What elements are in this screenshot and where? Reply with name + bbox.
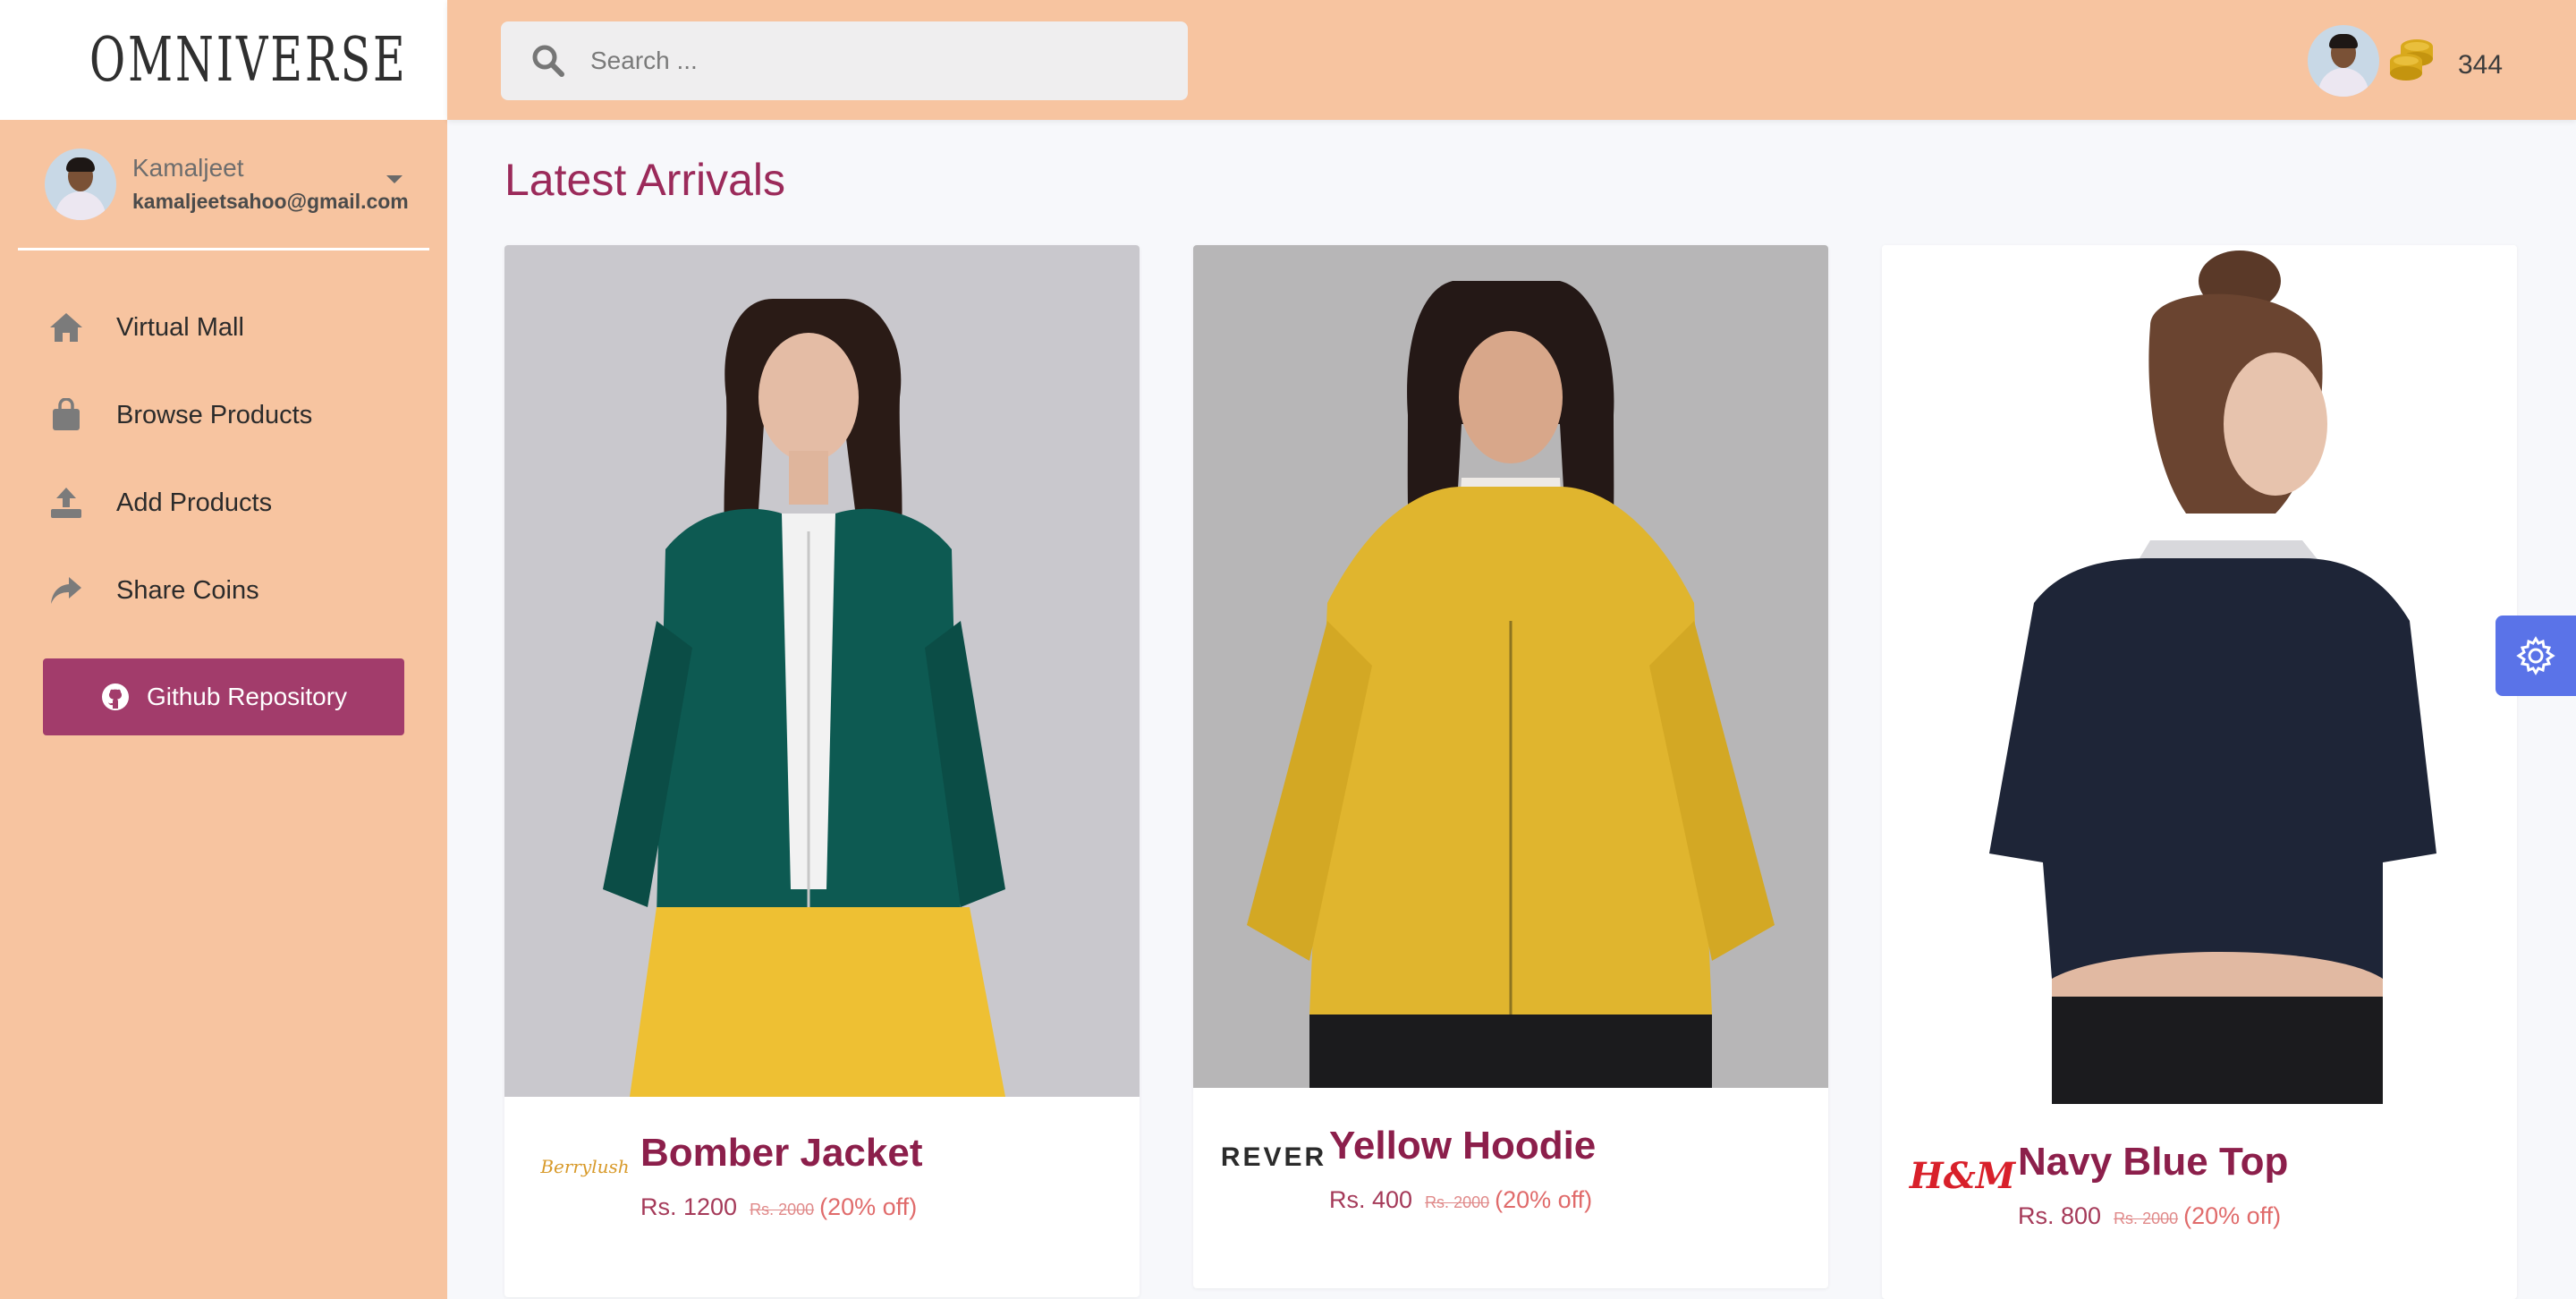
coin-count: 344 bbox=[2458, 50, 2504, 80]
coins-icon bbox=[2386, 34, 2436, 89]
sidebar-item-virtual-mall[interactable]: Virtual Mall bbox=[47, 301, 422, 354]
gear-icon bbox=[2515, 635, 2556, 676]
product-price: Rs. 800 bbox=[2018, 1202, 2102, 1229]
product-card[interactable]: REVER Yellow Hoodie Rs. 400 Rs. 2000 (20% … bbox=[1193, 245, 1828, 1288]
product-image bbox=[1882, 245, 2517, 1104]
sidebar-item-label: Virtual Mall bbox=[116, 312, 244, 342]
product-image bbox=[504, 245, 1140, 1097]
brand-logo: Berrylush bbox=[540, 1140, 630, 1193]
github-button-label: Github Repository bbox=[146, 683, 348, 710]
brand-logo-text: H&M bbox=[1909, 1154, 2016, 1197]
brand-logo-text: REVER bbox=[1220, 1142, 1327, 1172]
user-email: kamaljeetsahoo@gmail.com bbox=[132, 190, 409, 213]
upload-icon bbox=[47, 483, 86, 522]
product-card[interactable]: Berrylush Bomber Jacket Rs. 1200 Rs. 2000… bbox=[504, 245, 1140, 1297]
brand-logo: H&M bbox=[1910, 1149, 2015, 1202]
avatar[interactable] bbox=[2308, 25, 2379, 97]
sidebar-item-browse-products[interactable]: Browse Products bbox=[47, 388, 422, 442]
github-repository-button[interactable]: Github Repository bbox=[43, 658, 404, 735]
price-row: Rs. 400 Rs. 2000 (20% off) bbox=[1329, 1186, 1592, 1214]
github-icon bbox=[100, 682, 131, 712]
shopping-bag-icon bbox=[47, 395, 86, 435]
search-icon bbox=[531, 44, 565, 78]
avatar bbox=[45, 148, 116, 220]
sidebar-item-share-coins[interactable]: Share Coins bbox=[47, 564, 422, 617]
brand-header[interactable]: OMNIVERSE bbox=[0, 0, 447, 120]
product-name[interactable]: Yellow Hoodie bbox=[1329, 1124, 1596, 1168]
sidebar-item-label: Add Products bbox=[116, 488, 273, 517]
product-price: Rs. 400 bbox=[1329, 1186, 1413, 1213]
product-old-price: Rs. 2000 bbox=[750, 1201, 815, 1218]
product-discount: (20% off) bbox=[819, 1193, 918, 1220]
product-card[interactable]: H&M Navy Blue Top Rs. 800 Rs. 2000 (20% of… bbox=[1882, 245, 2517, 1299]
search-box[interactable] bbox=[501, 21, 1188, 100]
product-name[interactable]: Navy Blue Top bbox=[2018, 1140, 2288, 1184]
search-input[interactable] bbox=[590, 47, 1127, 75]
page-title: Latest Arrivals bbox=[504, 155, 786, 205]
sidebar-item-label: Share Coins bbox=[116, 575, 259, 605]
sidebar-item-add-products[interactable]: Add Products bbox=[47, 476, 422, 530]
sidebar-item-label: Browse Products bbox=[116, 400, 313, 429]
product-discount: (20% off) bbox=[1495, 1186, 1593, 1213]
chevron-down-icon[interactable] bbox=[386, 175, 402, 183]
brand-logo: REVER bbox=[1221, 1131, 1324, 1184]
user-name: Kamaljeet bbox=[132, 154, 244, 182]
product-old-price: Rs. 2000 bbox=[1425, 1193, 1490, 1211]
home-icon bbox=[47, 308, 86, 347]
product-name[interactable]: Bomber Jacket bbox=[640, 1131, 922, 1176]
brand-logo-text: Berrylush bbox=[540, 1156, 630, 1177]
user-profile[interactable]: Kamaljeet kamaljeetsahoo@gmail.com bbox=[18, 120, 429, 250]
product-discount: (20% off) bbox=[2183, 1202, 2282, 1229]
brand-logo-text: OMNIVERSE bbox=[89, 24, 408, 96]
user-info: Kamaljeet kamaljeetsahoo@gmail.com bbox=[132, 154, 409, 214]
price-row: Rs. 800 Rs. 2000 (20% off) bbox=[2018, 1202, 2281, 1230]
price-row: Rs. 1200 Rs. 2000 (20% off) bbox=[640, 1193, 917, 1221]
share-icon bbox=[47, 571, 86, 610]
product-old-price: Rs. 2000 bbox=[2114, 1210, 2179, 1227]
settings-button[interactable] bbox=[2496, 616, 2576, 696]
product-image bbox=[1193, 245, 1828, 1088]
sidebar: OMNIVERSE Kamaljeet kamaljeetsahoo@gmail… bbox=[0, 0, 447, 1299]
top-bar: 344 bbox=[447, 0, 2576, 120]
product-price: Rs. 1200 bbox=[640, 1193, 738, 1220]
